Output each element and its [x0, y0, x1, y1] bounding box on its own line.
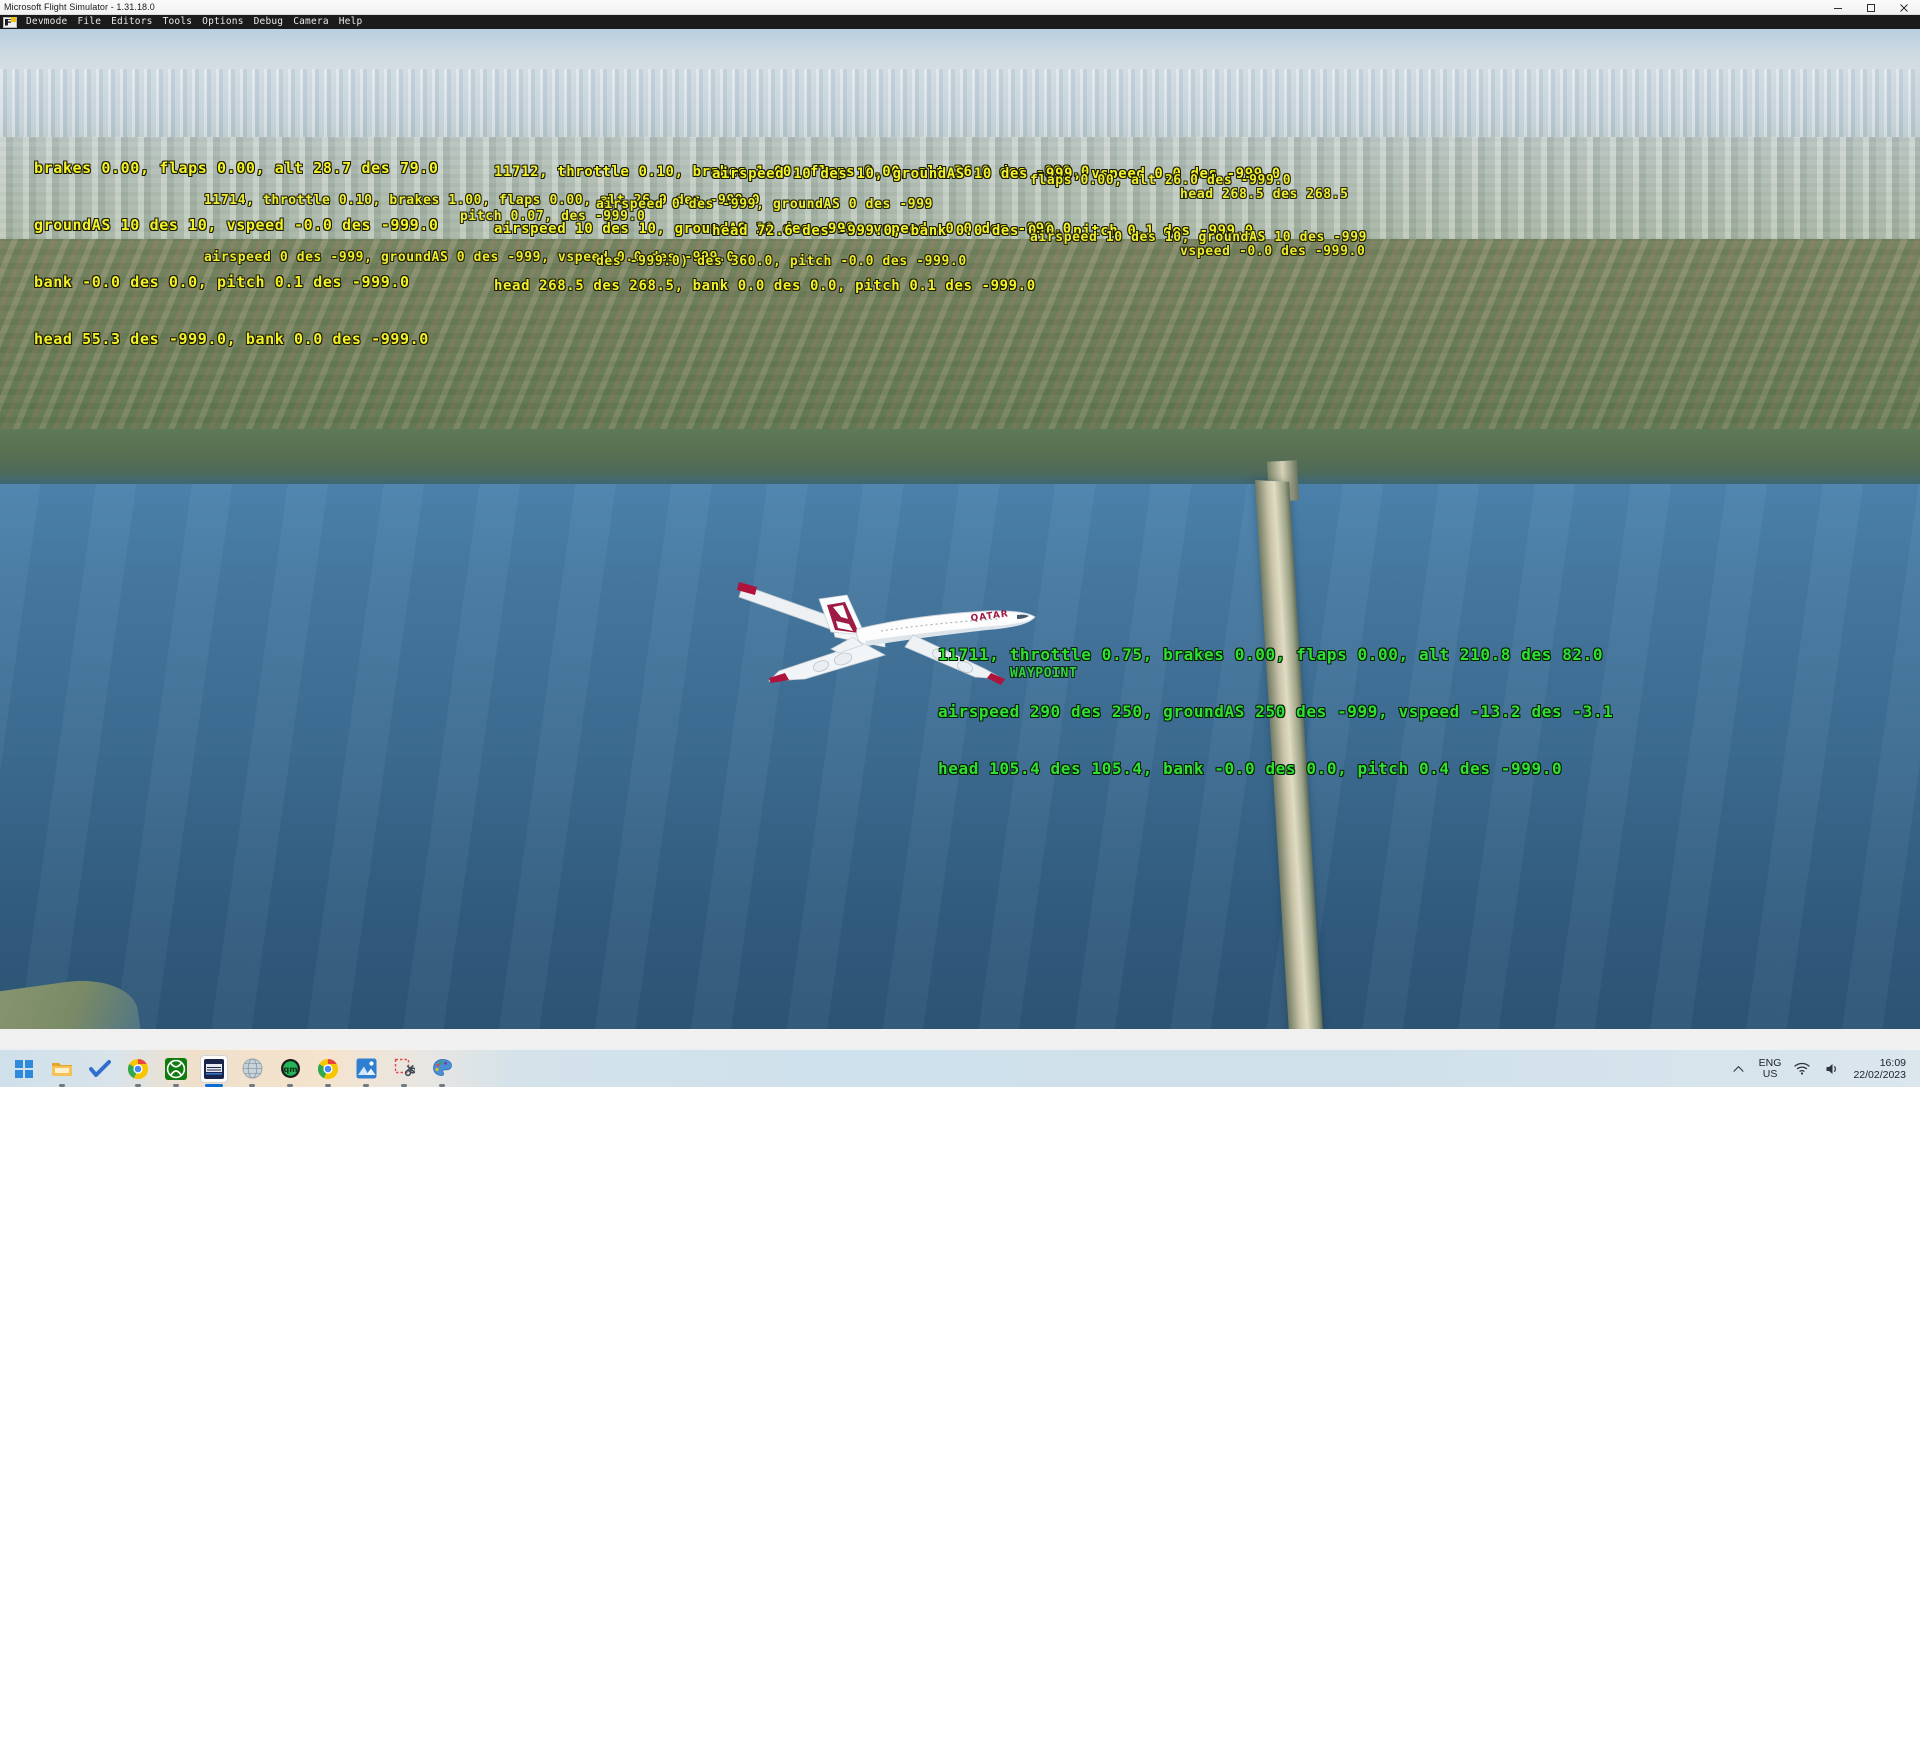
flight-simulator-icon[interactable]: [200, 1054, 228, 1083]
close-button[interactable]: [1887, 0, 1920, 15]
wifi-icon[interactable]: [1793, 1060, 1811, 1078]
page-background: [0, 1087, 1920, 1749]
snipping-tool-icon[interactable]: [390, 1055, 418, 1083]
menu-item-camera[interactable]: Camera: [288, 15, 334, 29]
start-button[interactable]: [10, 1055, 38, 1083]
menu-item-help[interactable]: Help: [334, 15, 368, 29]
language-bottom: US: [1762, 1067, 1778, 1080]
menu-item-debug[interactable]: Debug: [249, 15, 289, 29]
flight-simulator-icon: [3, 16, 17, 28]
windows-taskbar: qm ENG US 16:09 22/02/2023: [0, 1049, 1920, 1087]
window-controls: [1821, 0, 1920, 15]
chrome-icon[interactable]: [124, 1055, 152, 1083]
menu-item-tools[interactable]: Tools: [158, 15, 198, 29]
menu-item-editors[interactable]: Editors: [106, 15, 157, 29]
green-app-icon[interactable]: qm: [276, 1055, 304, 1083]
file-explorer-icon[interactable]: [48, 1055, 76, 1083]
menu-item-devmode[interactable]: Devmode: [21, 15, 72, 29]
lake-water: [0, 484, 1920, 1029]
system-tray: ENG US 16:09 22/02/2023: [1731, 1057, 1920, 1081]
clock-date: 22/02/2023: [1853, 1068, 1906, 1081]
language-top: ENG: [1758, 1056, 1782, 1069]
devmode-menubar: Devmode File Editors Tools Options Debug…: [0, 15, 1920, 29]
xbox-icon[interactable]: [162, 1055, 190, 1083]
chevron-up-icon[interactable]: [1731, 1061, 1747, 1077]
maximize-button[interactable]: [1854, 0, 1887, 15]
language-indicator[interactable]: ENG US: [1758, 1056, 1782, 1080]
globe-icon[interactable]: [238, 1055, 266, 1083]
minimize-button[interactable]: [1821, 0, 1854, 15]
menu-item-options[interactable]: Options: [197, 15, 248, 29]
svg-text:qm: qm: [283, 1065, 297, 1074]
window-title: Microsoft Flight Simulator - 1.31.18.0: [4, 2, 155, 12]
todo-icon[interactable]: [86, 1055, 114, 1083]
volume-icon[interactable]: [1823, 1060, 1841, 1078]
clock[interactable]: 16:09 22/02/2023: [1853, 1057, 1906, 1081]
clock-time: 16:09: [1879, 1056, 1906, 1069]
paint-icon[interactable]: [428, 1055, 456, 1083]
chrome-2-icon[interactable]: [314, 1055, 342, 1083]
flight-simulator-window: Microsoft Flight Simulator - 1.31.18.0 D…: [0, 0, 1920, 1087]
simulator-viewport[interactable]: QATAR 11711, throttle 0.75, brakes 0.00,…: [0, 29, 1920, 1029]
menu-item-file[interactable]: File: [72, 15, 106, 29]
photos-icon[interactable]: [352, 1055, 380, 1083]
window-titlebar[interactable]: Microsoft Flight Simulator - 1.31.18.0: [0, 0, 1920, 15]
taskbar-icon-list: qm: [0, 1054, 456, 1083]
